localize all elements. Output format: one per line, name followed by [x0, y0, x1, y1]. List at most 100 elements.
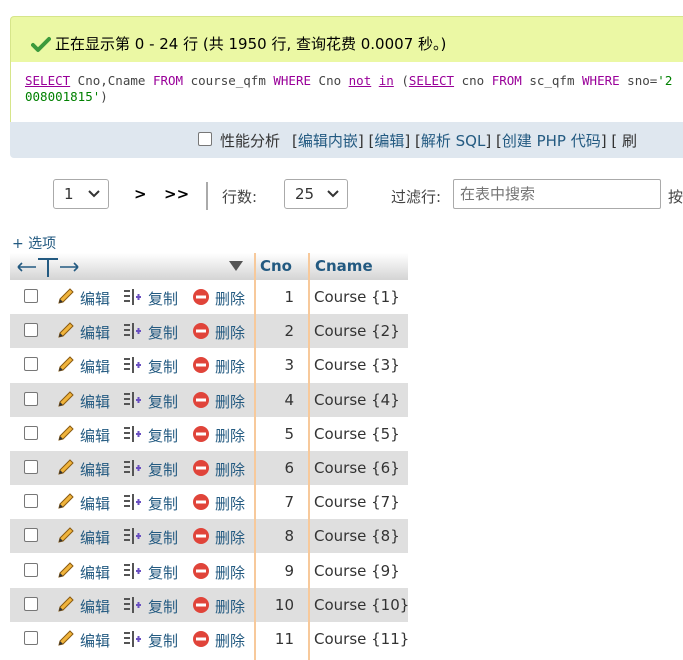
profiling-label: 性能分析	[220, 132, 281, 150]
row-checkbox[interactable]	[24, 528, 38, 543]
delete-row-link[interactable]: 删除	[215, 527, 245, 548]
cell-cno: 6	[284, 459, 294, 477]
table-row: 编辑 复制 删除 9 Course {9}	[10, 553, 408, 588]
delete-row-link[interactable]: 删除	[215, 562, 245, 583]
create-php-link[interactable]: 创建 PHP 代码	[502, 132, 601, 150]
cell-cname: Course {3}	[314, 356, 400, 375]
check-icon	[31, 37, 51, 52]
row-checkbox[interactable]	[24, 494, 38, 509]
pencil-icon	[56, 459, 76, 477]
copy-row-link[interactable]: 复制	[148, 493, 178, 514]
edit-row-link[interactable]: 编辑	[80, 425, 110, 446]
row-checkbox[interactable]	[24, 562, 38, 577]
delete-row-link[interactable]: 删除	[215, 630, 245, 651]
copy-row-link[interactable]: 复制	[148, 391, 178, 412]
row-checkbox[interactable]	[24, 391, 38, 406]
cell-cname: Course {10}	[314, 595, 410, 614]
row-checkbox[interactable]	[24, 357, 38, 372]
copy-row-link[interactable]: 复制	[148, 630, 178, 651]
delete-row-link[interactable]: 删除	[215, 322, 245, 343]
delete-row-link[interactable]: 删除	[215, 425, 245, 446]
edit-row-link[interactable]: 编辑	[80, 562, 110, 583]
column-header-cname[interactable]: Cname	[315, 257, 373, 275]
page-select[interactable]: 1	[53, 179, 109, 209]
copy-row-link[interactable]: 复制	[148, 562, 178, 583]
table-row: 编辑 复制 删除 2 Course {2}	[10, 314, 408, 349]
last-page-button[interactable]: >>	[164, 185, 189, 203]
cell-cno: 9	[284, 561, 294, 580]
profiling-checkbox[interactable]	[198, 132, 212, 146]
sql-keyword[interactable]: SELECT	[409, 73, 454, 88]
edit-row-link[interactable]: 编辑	[80, 322, 110, 343]
rows-select-value: 25	[295, 185, 315, 203]
copy-row-link[interactable]: 复制	[148, 527, 178, 548]
delete-icon	[191, 527, 211, 545]
result-message: 正在显示第 0 - 24 行 (共 1950 行, 查询花费 0.0007 秒。…	[55, 35, 447, 53]
row-checkbox[interactable]	[24, 289, 38, 303]
table-header: Cno Cname	[10, 253, 408, 280]
cell-cno: 1	[284, 288, 294, 306]
pencil-icon	[56, 425, 76, 443]
delete-row-link[interactable]: 删除	[215, 459, 245, 480]
delete-icon	[191, 630, 211, 648]
row-checkbox[interactable]	[24, 460, 38, 474]
edit-row-link[interactable]: 编辑	[80, 459, 110, 480]
sql-keyword[interactable]: SELECT	[25, 73, 70, 88]
next-page-button[interactable]: >	[134, 185, 147, 203]
cell-cname: Course {7}	[314, 493, 400, 512]
row-checkbox[interactable]	[24, 323, 38, 338]
copy-row-link[interactable]: 复制	[148, 288, 178, 309]
cell-cname: Course {9}	[314, 561, 400, 580]
copy-row-link[interactable]: 复制	[148, 425, 178, 446]
delete-row-link[interactable]: 删除	[215, 356, 245, 377]
copy-icon	[123, 596, 143, 614]
sql-keyword: WHERE	[273, 73, 312, 88]
edit-row-link[interactable]: 编辑	[80, 493, 110, 514]
copy-row-link[interactable]: 复制	[148, 356, 178, 377]
sql-keyword[interactable]: not	[349, 73, 372, 88]
delete-icon	[191, 288, 211, 306]
copy-icon	[123, 391, 143, 409]
cell-cname: Course {4}	[314, 390, 400, 409]
copy-row-link[interactable]: 复制	[148, 596, 178, 617]
column-header-cno[interactable]: Cno	[260, 257, 292, 275]
delete-row-link[interactable]: 删除	[215, 596, 245, 617]
delete-row-link[interactable]: 删除	[215, 288, 245, 309]
filter-search-input[interactable]	[453, 179, 661, 209]
edit-link[interactable]: 编辑	[374, 132, 404, 150]
column-arrows-icon	[17, 258, 79, 277]
delete-row-link[interactable]: 删除	[215, 493, 245, 514]
refresh-link[interactable]: ] [ 刷	[601, 132, 637, 150]
table-row: 编辑 复制 删除 4 Course {4}	[10, 382, 408, 417]
edit-inline-link[interactable]: 编辑内嵌	[298, 132, 358, 150]
row-checkbox[interactable]	[24, 631, 38, 645]
edit-row-link[interactable]: 编辑	[80, 630, 110, 651]
edit-row-link[interactable]: 编辑	[80, 288, 110, 309]
copy-row-link[interactable]: 复制	[148, 322, 178, 343]
query-links: [编辑内嵌] [编辑] [解析 SQL] [创建 PHP 代码] [ 刷	[292, 130, 637, 151]
delete-icon	[191, 493, 211, 511]
copy-icon	[123, 459, 143, 477]
options-toggle[interactable]: + 选项	[12, 233, 56, 253]
edit-row-link[interactable]: 编辑	[80, 596, 110, 617]
sql-text: sc_qfm	[521, 73, 583, 88]
pencil-icon	[56, 288, 76, 306]
row-checkbox[interactable]	[24, 425, 38, 440]
sql-text: sno=	[619, 73, 658, 88]
copy-row-link[interactable]: 复制	[148, 459, 178, 480]
cell-cname: Course {11}	[314, 630, 410, 648]
edit-row-link[interactable]: 编辑	[80, 391, 110, 412]
edit-row-link[interactable]: 编辑	[80, 356, 110, 377]
edit-row-link[interactable]: 编辑	[80, 527, 110, 548]
sql-keyword[interactable]: in	[379, 73, 394, 88]
rows-per-page-select[interactable]: 25	[284, 179, 348, 209]
explain-sql-link[interactable]: 解析 SQL	[421, 132, 485, 150]
sort-dropdown-icon[interactable]	[229, 261, 243, 271]
delete-row-link[interactable]: 删除	[215, 391, 245, 412]
success-banner: 正在显示第 0 - 24 行 (共 1950 行, 查询花费 0.0007 秒。…	[10, 16, 683, 62]
cell-cno: 2	[284, 322, 294, 341]
row-checkbox[interactable]	[24, 596, 38, 611]
cell-cno: 5	[284, 424, 294, 443]
table-row: 编辑 复制 删除 7 Course {7}	[10, 485, 408, 520]
